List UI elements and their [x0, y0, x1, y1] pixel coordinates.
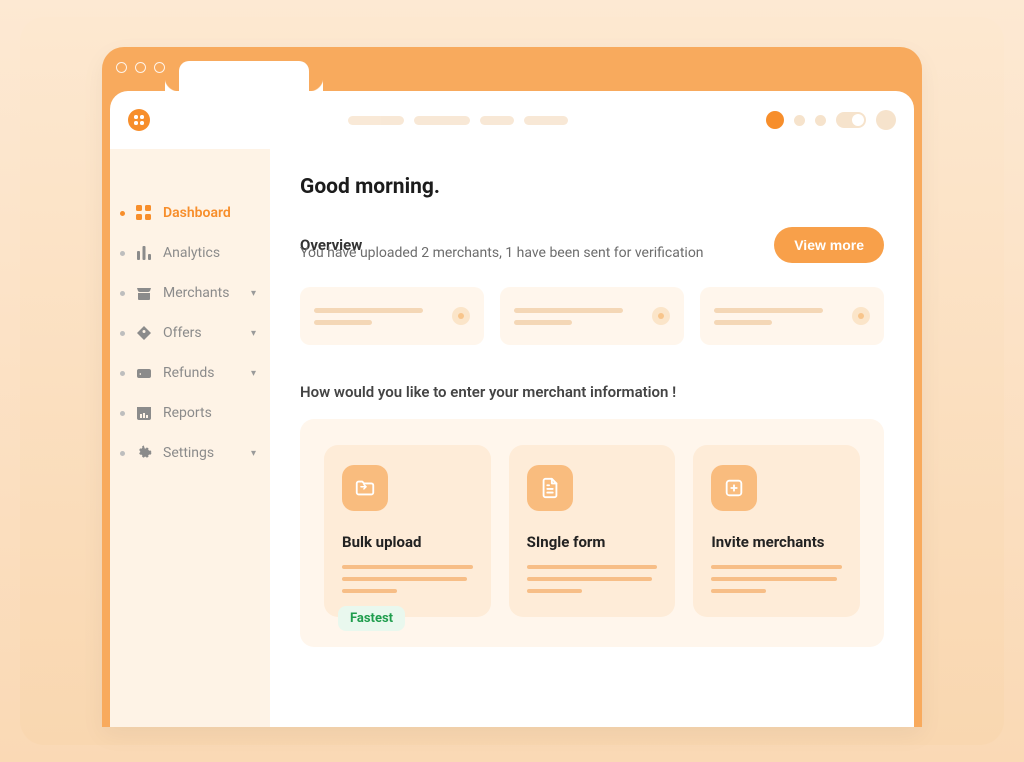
placeholder-lines: [527, 565, 658, 593]
entry-options: Bulk upload Fastest SIngle form: [300, 419, 884, 647]
sidebar-item-label: Settings: [163, 445, 241, 461]
tag-icon: [135, 325, 153, 341]
sidebar-item-label: Merchants: [163, 285, 241, 301]
stat-card[interactable]: [300, 287, 484, 345]
browser-chrome: [102, 47, 922, 91]
placeholder-lines: [342, 565, 473, 593]
theme-toggle[interactable]: [836, 112, 866, 128]
stat-card[interactable]: [500, 287, 684, 345]
browser-tab[interactable]: [179, 61, 309, 91]
minimize-window-icon[interactable]: [135, 62, 146, 73]
avatar[interactable]: [876, 110, 896, 130]
grid-icon: [135, 205, 153, 221]
calendar-icon: [135, 405, 153, 421]
fastest-badge: Fastest: [338, 606, 405, 631]
option-title: Bulk upload: [342, 533, 473, 551]
option-bulk-upload[interactable]: Bulk upload Fastest: [324, 445, 491, 617]
topbar: [110, 91, 914, 149]
app-body: Dashboard Analytics Merc: [110, 149, 914, 727]
bullet-icon: [120, 411, 125, 416]
sidebar-item-reports[interactable]: Reports: [110, 393, 270, 433]
bullet-icon: [120, 451, 125, 456]
chevron-down-icon: ▾: [251, 368, 256, 379]
chevron-down-icon: ▾: [251, 288, 256, 299]
stat-badge-icon: [652, 307, 670, 325]
bullet-icon: [120, 371, 125, 376]
browser-window: Dashboard Analytics Merc: [102, 47, 922, 727]
sidebar-item-settings[interactable]: Settings ▾: [110, 433, 270, 473]
page-greeting: Good morning.: [300, 175, 884, 199]
placeholder-lines: [711, 565, 842, 593]
placeholder-lines: [514, 308, 642, 325]
option-invite-merchants[interactable]: Invite merchants: [693, 445, 860, 617]
refund-icon: [135, 365, 153, 381]
status-dot-icon: [815, 115, 826, 126]
bullet-icon: [120, 251, 125, 256]
stat-cards: [300, 287, 884, 345]
maximize-window-icon[interactable]: [154, 62, 165, 73]
sidebar-item-label: Reports: [163, 405, 256, 421]
topbar-actions: [766, 110, 896, 130]
option-title: Invite merchants: [711, 533, 842, 551]
chevron-down-icon: ▾: [251, 328, 256, 339]
sidebar-item-offers[interactable]: Offers ▾: [110, 313, 270, 353]
bars-icon: [135, 245, 153, 261]
nav-link[interactable]: [348, 116, 404, 125]
option-title: SIngle form: [527, 533, 658, 551]
placeholder-lines: [714, 308, 842, 325]
view-more-button[interactable]: View more: [774, 227, 884, 263]
sidebar-item-refunds[interactable]: Refunds ▾: [110, 353, 270, 393]
main-content: Good morning. Overview View more You hav…: [270, 149, 914, 727]
nav-link[interactable]: [480, 116, 514, 125]
store-icon: [135, 285, 153, 301]
placeholder-lines: [314, 308, 442, 325]
sidebar-item-label: Offers: [163, 325, 241, 341]
stat-badge-icon: [852, 307, 870, 325]
stat-badge-icon: [452, 307, 470, 325]
sidebar-item-analytics[interactable]: Analytics: [110, 233, 270, 273]
sidebar: Dashboard Analytics Merc: [110, 149, 270, 727]
logo-icon: [128, 109, 150, 131]
bullet-icon: [120, 291, 125, 296]
app-logo[interactable]: [128, 109, 150, 131]
section-question: How would you like to enter your merchan…: [300, 383, 884, 401]
app-shell: Dashboard Analytics Merc: [110, 91, 914, 727]
active-indicator-icon: [120, 211, 125, 216]
notification-dot-icon[interactable]: [766, 111, 784, 129]
topbar-nav: [348, 116, 568, 125]
sidebar-item-dashboard[interactable]: Dashboard: [110, 193, 270, 233]
status-dot-icon: [794, 115, 805, 126]
plus-square-icon: [711, 465, 757, 511]
chevron-down-icon: ▾: [251, 448, 256, 459]
option-single-form[interactable]: SIngle form: [509, 445, 676, 617]
sidebar-item-merchants[interactable]: Merchants ▾: [110, 273, 270, 313]
folder-plus-icon: [342, 465, 388, 511]
window-controls[interactable]: [116, 62, 165, 73]
bullet-icon: [120, 331, 125, 336]
nav-link[interactable]: [414, 116, 470, 125]
sidebar-item-label: Analytics: [163, 245, 256, 261]
nav-link[interactable]: [524, 116, 568, 125]
close-window-icon[interactable]: [116, 62, 127, 73]
sidebar-item-label: Refunds: [163, 365, 241, 381]
document-icon: [527, 465, 573, 511]
page-backdrop: Dashboard Analytics Merc: [20, 17, 1004, 745]
gear-icon: [135, 445, 153, 461]
stat-card[interactable]: [700, 287, 884, 345]
sidebar-item-label: Dashboard: [163, 205, 256, 221]
